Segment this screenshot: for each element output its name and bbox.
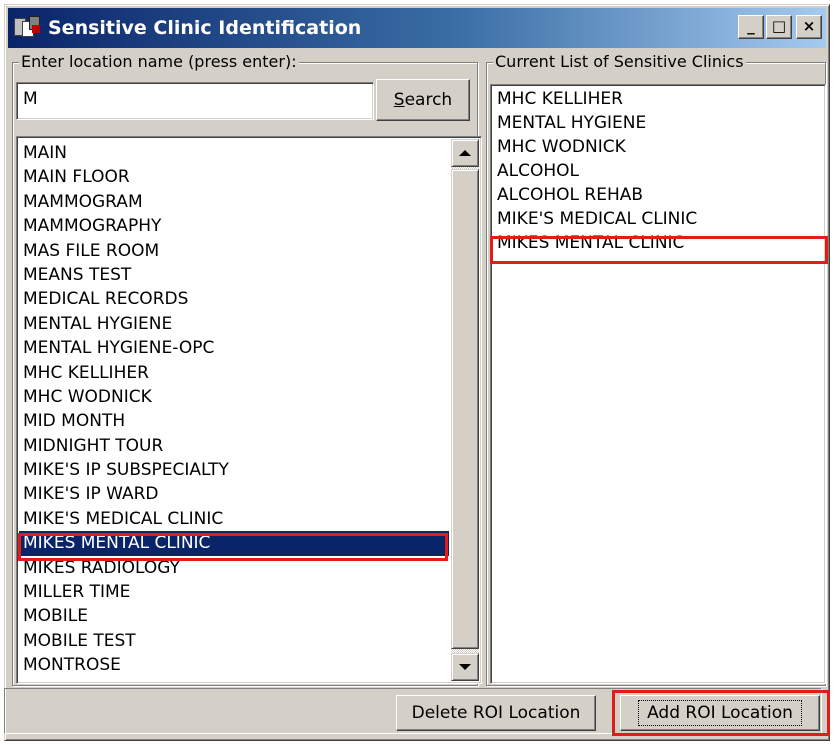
sensitive-list-items: MHC KELLIHER MENTAL HYGIENE MHC WODNICK ALC… xyxy=(493,87,823,255)
maximize-button[interactable]: □ xyxy=(766,15,792,39)
sensitive-clinic-item[interactable]: MHC WODNICK xyxy=(493,135,823,159)
sensitive-clinic-item[interactable]: MHC KELLIHER xyxy=(493,87,823,111)
location-list-item[interactable]: MEDICAL RECORDS xyxy=(19,287,449,311)
location-list-item[interactable]: MAIN xyxy=(19,141,449,165)
sensitive-clinic-item[interactable]: MIKES MENTAL CLINIC xyxy=(493,231,823,255)
close-button[interactable]: × xyxy=(796,15,822,39)
location-list-item[interactable]: MIKE'S IP WARD xyxy=(19,482,449,506)
location-list-item[interactable]: MENTAL HYGIENE-OPC xyxy=(19,336,449,360)
app-icon xyxy=(14,16,42,40)
search-button-label: Search xyxy=(393,90,453,110)
title-bar[interactable]: Sensitive Clinic Identification _ □ × xyxy=(8,8,826,48)
window-controls: _ □ × xyxy=(736,15,822,39)
sensitive-clinic-item[interactable]: ALCOHOL xyxy=(493,159,823,183)
location-list-item[interactable]: MAMMOGRAPHY xyxy=(19,214,449,238)
location-list-item[interactable]: MEANS TEST xyxy=(19,263,449,287)
location-list-item[interactable]: MIKE'S IP SUBSPECIALTY xyxy=(19,458,449,482)
search-button[interactable]: Search xyxy=(376,79,470,121)
delete-roi-location-button[interactable]: Delete ROI Location xyxy=(396,695,596,731)
sensitive-clinic-item[interactable]: MENTAL HYGIENE xyxy=(493,111,823,135)
arrow-down-icon xyxy=(459,664,471,670)
location-list-item[interactable]: MHC KELLIHER xyxy=(19,361,449,385)
location-list-item[interactable]: MID MONTH xyxy=(19,409,449,433)
minimize-button[interactable]: _ xyxy=(738,15,764,39)
location-list-item[interactable]: MOBILE TEST xyxy=(19,629,449,653)
location-list-item[interactable]: MENTAL HYGIENE xyxy=(19,312,449,336)
location-list-item[interactable]: MAIN FLOOR xyxy=(19,165,449,189)
location-list-item[interactable]: MHC WODNICK xyxy=(19,385,449,409)
sensitive-clinics-list[interactable]: MHC KELLIHER MENTAL HYGIENE MHC WODNICK ALC… xyxy=(490,84,826,684)
location-list-item[interactable]: MIKE'S MEDICAL CLINIC xyxy=(19,507,449,531)
location-list-item[interactable]: MILLER TIME xyxy=(19,580,449,604)
add-button-label: Add ROI Location xyxy=(638,700,802,726)
delete-button-label: Delete ROI Location xyxy=(411,703,581,723)
location-list-item[interactable]: MIKES MENTAL CLINIC xyxy=(19,531,449,556)
location-list-item[interactable]: MOBILE xyxy=(19,604,449,628)
scroll-up-button[interactable] xyxy=(451,139,479,167)
location-list-item[interactable]: MIKES RADIOLOGY xyxy=(19,556,449,580)
search-legend: Enter location name (press enter): xyxy=(19,52,299,72)
location-list-scrollbar[interactable] xyxy=(451,139,479,681)
add-roi-location-button[interactable]: Add ROI Location xyxy=(620,695,820,731)
sensitive-clinic-item[interactable]: MIKE'S MEDICAL CLINIC xyxy=(493,207,823,231)
location-list-item[interactable]: MIDNIGHT TOUR xyxy=(19,434,449,458)
scroll-down-button[interactable] xyxy=(451,653,479,681)
arrow-up-icon xyxy=(459,150,471,156)
location-search-input[interactable]: M xyxy=(16,82,374,120)
sensitive-clinic-item[interactable]: ALCOHOL REHAB xyxy=(493,183,823,207)
sensitive-legend: Current List of Sensitive Clinics xyxy=(493,52,746,72)
location-list[interactable]: MAIN MAIN FLOOR MAMMOGRAM MAMMOGRAPHY MAS FI… xyxy=(16,136,482,684)
location-list-item[interactable]: MONTROSE xyxy=(19,653,449,677)
location-list-item[interactable]: MAS FILE ROOM xyxy=(19,239,449,263)
scroll-thumb[interactable] xyxy=(451,169,479,649)
location-list-items: MAIN MAIN FLOOR MAMMOGRAM MAMMOGRAPHY MAS FI… xyxy=(19,141,449,678)
search-input-value: M xyxy=(23,89,38,109)
window-title: Sensitive Clinic Identification xyxy=(48,17,362,39)
location-list-item[interactable]: MAMMOGRAM xyxy=(19,190,449,214)
